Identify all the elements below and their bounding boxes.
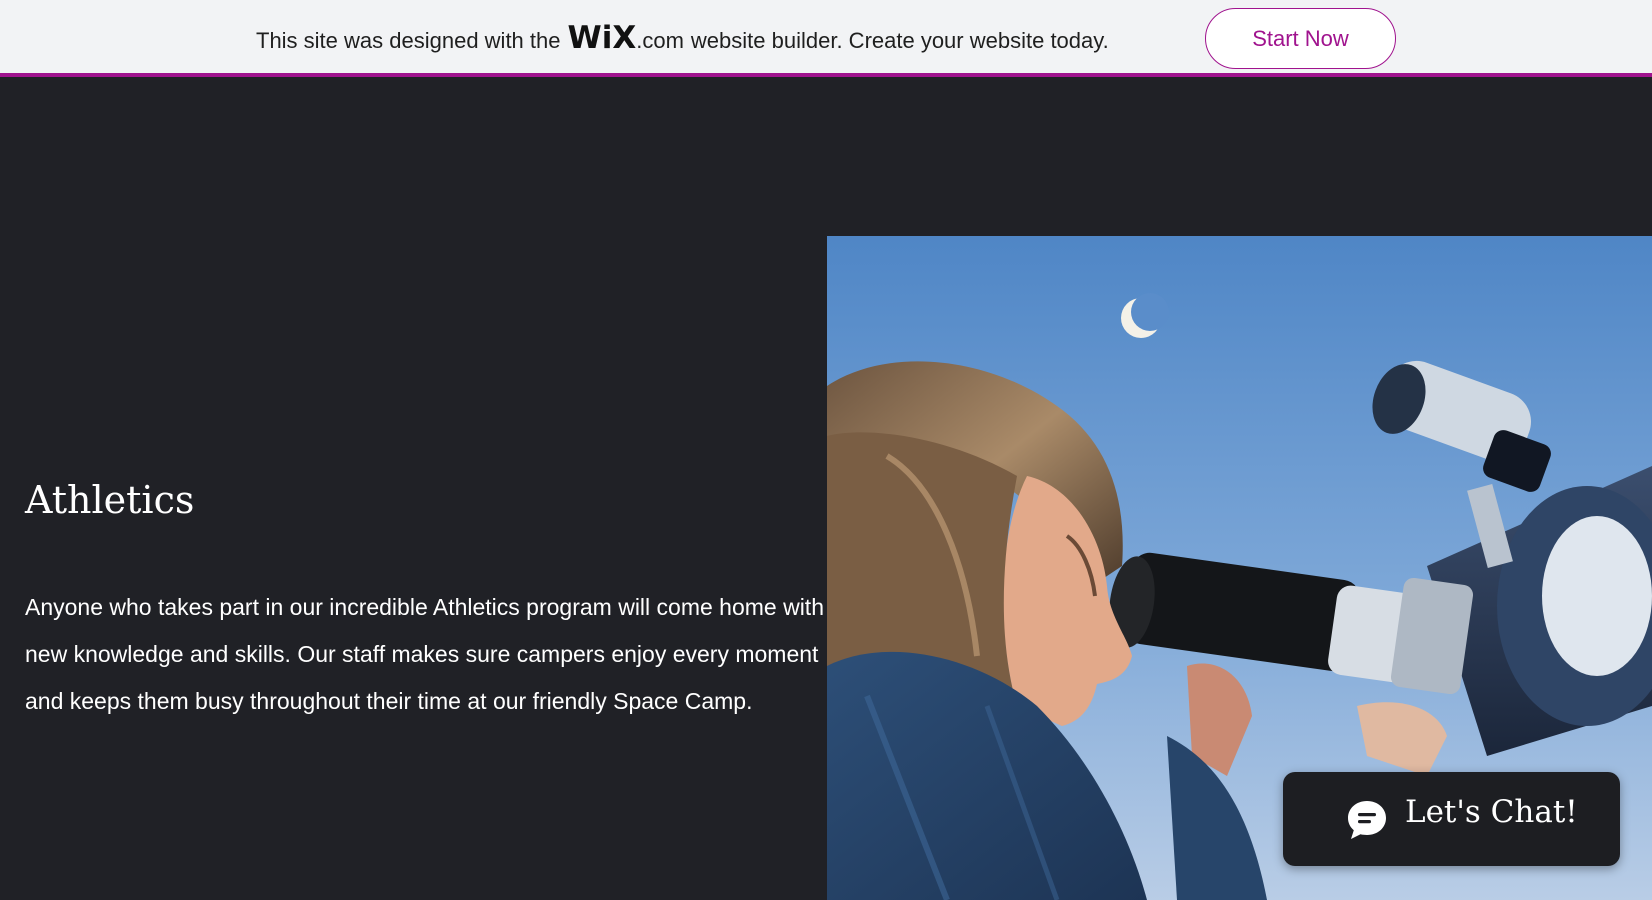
wix-promo-banner: This site was designed with the WiX .com… <box>0 0 1652 77</box>
section-heading: Athletics <box>25 478 195 522</box>
banner-text-tail: website builder. Create your website tod… <box>690 28 1109 53</box>
start-now-button[interactable]: Start Now <box>1205 8 1396 69</box>
chat-bubble-icon <box>1348 801 1386 839</box>
lets-chat-button[interactable]: Let's Chat! <box>1283 772 1620 866</box>
page: This site was designed with the WiX .com… <box>0 0 1652 900</box>
banner-text-dotcom: .com <box>636 28 684 53</box>
section-body-text: Anyone who takes part in our incredible … <box>25 594 824 714</box>
wix-logo: WiX <box>567 20 637 56</box>
banner-text-before-logo: This site was designed with the <box>256 28 561 53</box>
banner-message: This site was designed with the WiX .com… <box>256 20 1109 56</box>
chat-label: Let's Chat! <box>1405 794 1578 830</box>
